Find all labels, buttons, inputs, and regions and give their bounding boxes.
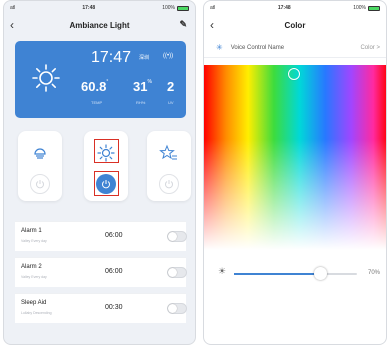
brightness-slider[interactable] <box>234 273 357 275</box>
voice-control-label: Voice Control Name <box>230 44 285 51</box>
highlight-box-power <box>94 171 119 196</box>
power-button-star[interactable] <box>159 174 179 194</box>
row-subtitle: Valley Every day <box>21 239 47 243</box>
power-icon <box>36 180 44 189</box>
row-name: Alarm 1 <box>21 228 42 234</box>
row-time: 06:00 <box>105 268 123 275</box>
mode-card-lamp[interactable] <box>18 131 62 201</box>
brightness-slider-row: ☀ 70% <box>204 263 386 283</box>
battery-icon <box>177 5 189 11</box>
edit-pencil-icon[interactable]: ✎ <box>179 19 187 30</box>
temp-value: 60.8° <box>81 79 109 94</box>
alarm-1-toggle[interactable] <box>167 231 187 242</box>
humidity-label: RH% <box>136 100 146 105</box>
sleep-aid-toggle[interactable] <box>167 303 187 314</box>
status-bar: atl 17:48 100% <box>204 1 386 15</box>
row-time: 06:00 <box>105 232 123 239</box>
page-title: Ambiance Light <box>69 20 130 30</box>
lamp-icon <box>34 148 46 159</box>
page-title: Color <box>284 20 306 30</box>
mode-card-sun[interactable] <box>84 131 128 201</box>
sleep-aid-row[interactable]: Sleep Aid Lullaby Descending 00:30 <box>15 293 187 323</box>
brightness-fill <box>234 273 321 275</box>
highlight-box-icon <box>94 139 119 163</box>
city-label: 深圳 <box>139 55 150 61</box>
brightness-thumb[interactable] <box>314 267 328 280</box>
back-chevron-icon[interactable]: ‹ <box>10 18 14 32</box>
wifi-signal-icon: ((•)) <box>163 53 174 59</box>
color-spectrum-picker[interactable] <box>204 65 386 250</box>
star-list-icon <box>159 144 177 160</box>
power-icon <box>165 180 173 189</box>
row-subtitle: Valley Every day <box>21 275 47 279</box>
weather-card: 17:47 深圳 ((•)) 60.8° 31% 2 TEMP RH% UV <box>15 41 186 118</box>
ambiance-light-screen: atl 17:48 100% ‹ Ambiance Light ✎ 17:47 … <box>3 0 196 345</box>
status-bar: atl 17:48 100% <box>4 1 195 15</box>
voice-control-row[interactable]: ✳ Voice Control Name Color > <box>204 38 386 58</box>
battery-percent: 100% <box>162 5 175 11</box>
color-picker-handle[interactable] <box>288 68 300 80</box>
mode-card-star[interactable] <box>147 131 191 201</box>
clock-time: 17:47 <box>91 49 132 66</box>
nav-bar: ‹ Color <box>204 15 386 35</box>
alarm-row-1[interactable]: Alarm 1 Valley Every day 06:00 <box>15 221 187 251</box>
row-name: Alarm 2 <box>21 264 42 270</box>
temp-label: TEMP <box>91 100 103 105</box>
brightness-percent: 70% <box>367 270 380 276</box>
carrier-label: atl <box>10 5 16 11</box>
status-time: 17:48 <box>277 5 291 11</box>
humidity-value: 31% <box>133 79 152 94</box>
brightness-icon: ☀ <box>218 266 227 276</box>
row-name: Sleep Aid <box>21 300 47 306</box>
alarm-2-toggle[interactable] <box>167 267 187 278</box>
power-button-lamp[interactable] <box>30 174 50 194</box>
voice-control-value: Color > <box>360 44 380 51</box>
back-chevron-icon[interactable]: ‹ <box>210 18 214 32</box>
chevron-right-icon: > <box>376 44 380 51</box>
status-right: 100% <box>353 5 380 11</box>
sun-small-icon: ✳ <box>216 43 223 52</box>
status-right: 100% <box>162 5 189 11</box>
carrier-label: atl <box>210 5 216 11</box>
color-screen: atl 17:48 100% ‹ Color ✳ Voice Control N… <box>203 0 387 345</box>
row-time: 00:30 <box>105 304 123 311</box>
uv-label: UV <box>168 100 174 105</box>
alarm-row-2[interactable]: Alarm 2 Valley Every day 06:00 <box>15 257 187 287</box>
nav-bar: ‹ Ambiance Light ✎ <box>4 15 195 35</box>
row-subtitle: Lullaby Descending <box>21 311 52 315</box>
uv-value: 2 <box>167 79 175 94</box>
status-time: 17:48 <box>82 5 96 11</box>
battery-percent: 100% <box>353 5 366 11</box>
battery-icon <box>368 5 380 11</box>
sun-icon <box>32 64 60 92</box>
